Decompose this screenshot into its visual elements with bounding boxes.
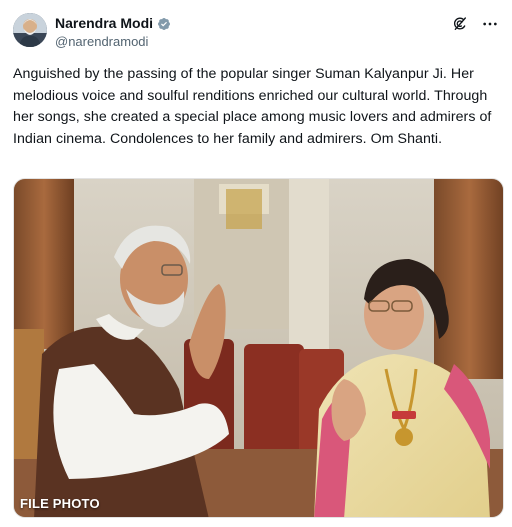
photo-illustration <box>14 179 503 517</box>
verified-badge-icon[interactable] <box>157 17 171 31</box>
grok-icon[interactable] <box>451 15 469 33</box>
tweet-card: Narendra Modi @narendramodi Anguished by… <box>0 0 512 527</box>
author-avatar[interactable] <box>13 13 47 47</box>
more-horizontal-icon[interactable] <box>481 15 499 33</box>
tweet-header: Narendra Modi @narendramodi <box>13 13 499 53</box>
author-display-name[interactable]: Narendra Modi <box>55 15 153 32</box>
author-names: Narendra Modi @narendramodi <box>55 15 171 51</box>
tweet-text: Anguished by the passing of the popular … <box>13 66 492 147</box>
header-actions <box>451 15 499 33</box>
tweet-photo[interactable]: FILE PHOTO <box>13 178 504 518</box>
display-name-row: Narendra Modi <box>55 15 171 32</box>
file-photo-label: FILE PHOTO <box>20 496 100 511</box>
author-handle[interactable]: @narendramodi <box>55 33 171 51</box>
